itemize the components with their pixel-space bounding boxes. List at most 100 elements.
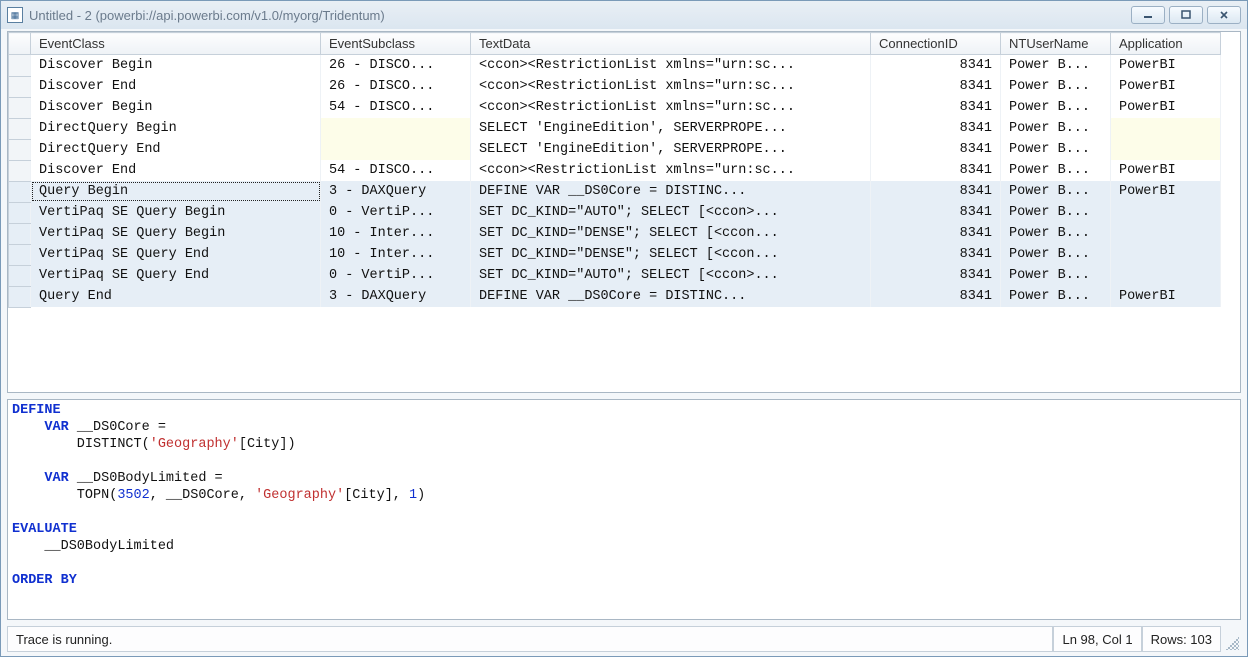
- cell-sub[interactable]: 10 - Inter...: [321, 223, 471, 244]
- trace-grid[interactable]: EventClass EventSubclass TextData Connec…: [8, 32, 1221, 308]
- cell-event[interactable]: VertiPaq SE Query End: [31, 265, 321, 286]
- col-header-ntusername[interactable]: NTUserName: [1001, 33, 1111, 55]
- cell-app[interactable]: [1111, 223, 1221, 244]
- cell-sub[interactable]: 26 - DISCO...: [321, 55, 471, 77]
- cell-text[interactable]: SELECT 'EngineEdition', SERVERPROPE...: [471, 118, 871, 139]
- cell-text[interactable]: SET DC_KIND="DENSE"; SELECT [<ccon...: [471, 244, 871, 265]
- cell-app[interactable]: [1111, 139, 1221, 160]
- cell-nt[interactable]: Power B...: [1001, 223, 1111, 244]
- cell-app[interactable]: PowerBI: [1111, 55, 1221, 77]
- cell-conn[interactable]: 8341: [871, 223, 1001, 244]
- cell-rowhead[interactable]: [9, 223, 31, 244]
- cell-app[interactable]: PowerBI: [1111, 97, 1221, 118]
- cell-event[interactable]: VertiPaq SE Query End: [31, 244, 321, 265]
- cell-sub[interactable]: 3 - DAXQuery: [321, 286, 471, 307]
- cell-conn[interactable]: 8341: [871, 76, 1001, 97]
- close-button[interactable]: [1207, 6, 1241, 24]
- maximize-button[interactable]: [1169, 6, 1203, 24]
- cell-nt[interactable]: Power B...: [1001, 97, 1111, 118]
- cell-sub[interactable]: 26 - DISCO...: [321, 76, 471, 97]
- query-detail-pane[interactable]: DEFINE VAR __DS0Core = DISTINCT('Geograp…: [7, 399, 1241, 620]
- cell-event[interactable]: Discover End: [31, 160, 321, 181]
- table-row[interactable]: Discover Begin26 - DISCO...<ccon><Restri…: [9, 55, 1221, 77]
- col-header-textdata[interactable]: TextData: [471, 33, 871, 55]
- table-row[interactable]: VertiPaq SE Query End10 - Inter...SET DC…: [9, 244, 1221, 265]
- table-row[interactable]: VertiPaq SE Query End0 - VertiP...SET DC…: [9, 265, 1221, 286]
- cell-rowhead[interactable]: [9, 139, 31, 160]
- cell-rowhead[interactable]: [9, 160, 31, 181]
- cell-rowhead[interactable]: [9, 76, 31, 97]
- cell-rowhead[interactable]: [9, 97, 31, 118]
- cell-event[interactable]: DirectQuery End: [31, 139, 321, 160]
- table-row[interactable]: VertiPaq SE Query Begin10 - Inter...SET …: [9, 223, 1221, 244]
- cell-nt[interactable]: Power B...: [1001, 181, 1111, 202]
- table-row[interactable]: Discover Begin54 - DISCO...<ccon><Restri…: [9, 97, 1221, 118]
- cell-app[interactable]: PowerBI: [1111, 181, 1221, 202]
- cell-conn[interactable]: 8341: [871, 118, 1001, 139]
- col-header-eventsubclass[interactable]: EventSubclass: [321, 33, 471, 55]
- cell-sub[interactable]: [321, 139, 471, 160]
- col-header-eventclass[interactable]: EventClass: [31, 33, 321, 55]
- cell-sub[interactable]: [321, 118, 471, 139]
- cell-text[interactable]: SET DC_KIND="AUTO"; SELECT [<ccon>...: [471, 202, 871, 223]
- cell-app[interactable]: PowerBI: [1111, 160, 1221, 181]
- cell-text[interactable]: SET DC_KIND="AUTO"; SELECT [<ccon>...: [471, 265, 871, 286]
- cell-conn[interactable]: 8341: [871, 286, 1001, 307]
- cell-nt[interactable]: Power B...: [1001, 118, 1111, 139]
- cell-app[interactable]: PowerBI: [1111, 286, 1221, 307]
- table-row[interactable]: Discover End26 - DISCO...<ccon><Restrict…: [9, 76, 1221, 97]
- cell-app[interactable]: [1111, 265, 1221, 286]
- cell-event[interactable]: Discover Begin: [31, 55, 321, 77]
- cell-nt[interactable]: Power B...: [1001, 55, 1111, 77]
- cell-rowhead[interactable]: [9, 181, 31, 202]
- cell-rowhead[interactable]: [9, 286, 31, 307]
- table-row[interactable]: DirectQuery End SELECT 'EngineEdition', …: [9, 139, 1221, 160]
- cell-event[interactable]: Query Begin: [31, 181, 321, 202]
- minimize-button[interactable]: [1131, 6, 1165, 24]
- table-row[interactable]: Query End3 - DAXQueryDEFINE VAR __DS0Cor…: [9, 286, 1221, 307]
- cell-conn[interactable]: 8341: [871, 160, 1001, 181]
- cell-rowhead[interactable]: [9, 55, 31, 77]
- trace-grid-scroll[interactable]: EventClass EventSubclass TextData Connec…: [8, 32, 1240, 392]
- cell-nt[interactable]: Power B...: [1001, 286, 1111, 307]
- table-row[interactable]: VertiPaq SE Query Begin0 - VertiP...SET …: [9, 202, 1221, 223]
- cell-sub[interactable]: 0 - VertiP...: [321, 265, 471, 286]
- cell-event[interactable]: Discover End: [31, 76, 321, 97]
- cell-text[interactable]: SELECT 'EngineEdition', SERVERPROPE...: [471, 139, 871, 160]
- titlebar[interactable]: ▦ Untitled - 2 (powerbi://api.powerbi.co…: [1, 1, 1247, 29]
- cell-nt[interactable]: Power B...: [1001, 160, 1111, 181]
- cell-event[interactable]: DirectQuery Begin: [31, 118, 321, 139]
- col-header-application[interactable]: Application: [1111, 33, 1221, 55]
- cell-nt[interactable]: Power B...: [1001, 265, 1111, 286]
- cell-sub[interactable]: 0 - VertiP...: [321, 202, 471, 223]
- cell-sub[interactable]: 3 - DAXQuery: [321, 181, 471, 202]
- table-row[interactable]: Query Begin3 - DAXQueryDEFINE VAR __DS0C…: [9, 181, 1221, 202]
- cell-nt[interactable]: Power B...: [1001, 202, 1111, 223]
- cell-conn[interactable]: 8341: [871, 181, 1001, 202]
- cell-conn[interactable]: 8341: [871, 139, 1001, 160]
- cell-conn[interactable]: 8341: [871, 55, 1001, 77]
- cell-event[interactable]: Discover Begin: [31, 97, 321, 118]
- cell-nt[interactable]: Power B...: [1001, 244, 1111, 265]
- cell-text[interactable]: DEFINE VAR __DS0Core = DISTINC...: [471, 181, 871, 202]
- table-row[interactable]: Discover End54 - DISCO...<ccon><Restrict…: [9, 160, 1221, 181]
- cell-conn[interactable]: 8341: [871, 97, 1001, 118]
- cell-text[interactable]: <ccon><RestrictionList xmlns="urn:sc...: [471, 160, 871, 181]
- cell-text[interactable]: <ccon><RestrictionList xmlns="urn:sc...: [471, 97, 871, 118]
- cell-event[interactable]: VertiPaq SE Query Begin: [31, 223, 321, 244]
- cell-sub[interactable]: 54 - DISCO...: [321, 97, 471, 118]
- cell-text[interactable]: DEFINE VAR __DS0Core = DISTINC...: [471, 286, 871, 307]
- cell-app[interactable]: [1111, 202, 1221, 223]
- cell-sub[interactable]: 10 - Inter...: [321, 244, 471, 265]
- cell-rowhead[interactable]: [9, 202, 31, 223]
- cell-nt[interactable]: Power B...: [1001, 139, 1111, 160]
- cell-rowhead[interactable]: [9, 118, 31, 139]
- cell-nt[interactable]: Power B...: [1001, 76, 1111, 97]
- resize-grip[interactable]: [1221, 626, 1241, 652]
- cell-text[interactable]: SET DC_KIND="DENSE"; SELECT [<ccon...: [471, 223, 871, 244]
- cell-app[interactable]: [1111, 118, 1221, 139]
- cell-rowhead[interactable]: [9, 265, 31, 286]
- cell-conn[interactable]: 8341: [871, 202, 1001, 223]
- cell-conn[interactable]: 8341: [871, 244, 1001, 265]
- cell-text[interactable]: <ccon><RestrictionList xmlns="urn:sc...: [471, 76, 871, 97]
